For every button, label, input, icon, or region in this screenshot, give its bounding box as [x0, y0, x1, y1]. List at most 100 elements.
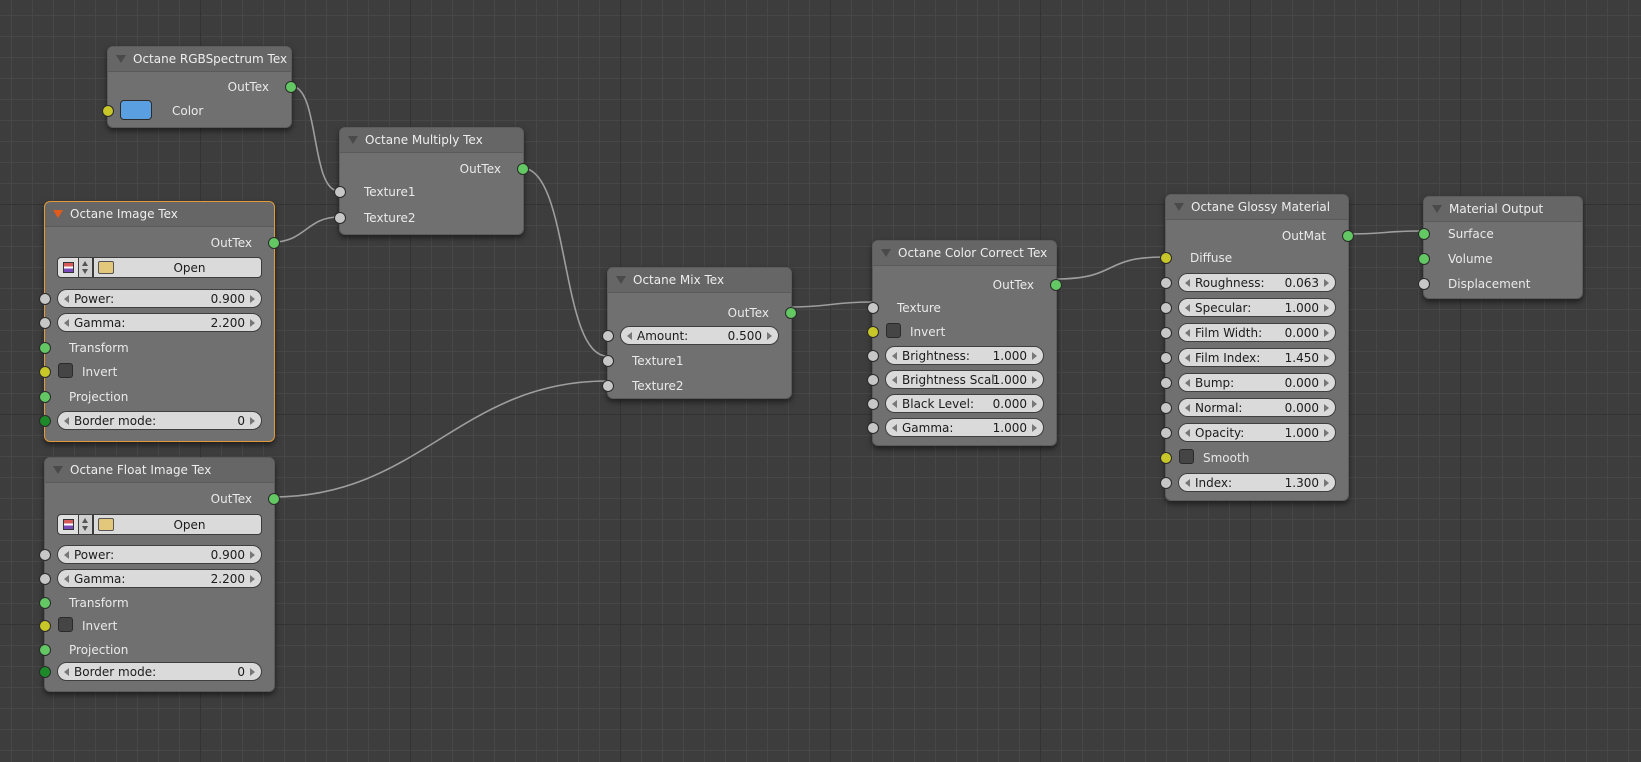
input-socket[interactable]: [1160, 402, 1172, 414]
amount-field[interactable]: Amount: 0.500: [620, 326, 779, 345]
power-field[interactable]: Power: 0.900: [57, 289, 262, 308]
gamma-field[interactable]: Gamma: 1.000: [885, 418, 1044, 437]
input-socket[interactable]: [1160, 452, 1172, 464]
arrow-left-icon[interactable]: [1185, 354, 1190, 362]
node-header[interactable]: Octane Float Image Tex: [45, 458, 274, 483]
input-socket[interactable]: [39, 573, 51, 585]
input-socket[interactable]: [1160, 427, 1172, 439]
collapse-triangle-icon[interactable]: [1174, 203, 1184, 211]
node-color-correct-tex[interactable]: Octane Color Correct Tex OutTex Texture …: [867, 240, 1062, 446]
arrow-right-icon[interactable]: [1324, 379, 1329, 387]
arrow-left-icon[interactable]: [64, 295, 69, 303]
index-field[interactable]: Index: 1.300: [1178, 473, 1336, 492]
output-socket[interactable]: [1342, 230, 1354, 242]
arrow-right-icon[interactable]: [250, 319, 255, 327]
image-spinner[interactable]: [79, 257, 93, 278]
arrow-left-icon[interactable]: [892, 424, 897, 432]
arrow-right-icon[interactable]: [250, 295, 255, 303]
arrow-left-icon[interactable]: [892, 376, 897, 384]
color-swatch[interactable]: [120, 100, 152, 120]
specular-field[interactable]: Specular: 1.000: [1178, 298, 1336, 317]
input-socket[interactable]: [867, 350, 879, 362]
input-socket[interactable]: [1160, 252, 1172, 264]
smooth-checkbox[interactable]: [1179, 449, 1194, 464]
arrow-right-icon[interactable]: [250, 417, 255, 425]
node-header[interactable]: Octane Image Tex: [45, 202, 274, 227]
input-socket[interactable]: [867, 398, 879, 410]
arrow-right-icon[interactable]: [1324, 354, 1329, 362]
node-float-image-tex[interactable]: Octane Float Image Tex OutTex Open Power…: [39, 457, 280, 692]
node-material-output[interactable]: Material Output Surface Volume Displacem…: [1418, 196, 1583, 299]
arrow-left-icon[interactable]: [1185, 479, 1190, 487]
collapse-triangle-icon[interactable]: [881, 249, 891, 257]
input-socket[interactable]: [39, 391, 51, 403]
arrow-right-icon[interactable]: [1032, 376, 1037, 384]
input-socket[interactable]: [1418, 253, 1430, 265]
image-browse-icon[interactable]: [57, 257, 79, 278]
gamma-field[interactable]: Gamma: 2.200: [57, 569, 262, 588]
arrow-right-icon[interactable]: [1324, 279, 1329, 287]
node-header[interactable]: Octane Glossy Material: [1166, 195, 1348, 220]
input-socket[interactable]: [102, 105, 114, 117]
invert-checkbox[interactable]: [58, 363, 73, 378]
node-header[interactable]: Octane Mix Tex: [608, 268, 791, 293]
bump-field[interactable]: Bump: 0.000: [1178, 373, 1336, 392]
input-socket[interactable]: [602, 380, 614, 392]
input-socket[interactable]: [1160, 327, 1172, 339]
arrow-left-icon[interactable]: [892, 352, 897, 360]
input-socket[interactable]: [39, 549, 51, 561]
input-socket[interactable]: [39, 597, 51, 609]
arrow-left-icon[interactable]: [627, 332, 632, 340]
collapse-triangle-icon[interactable]: [1432, 205, 1442, 213]
input-socket[interactable]: [602, 355, 614, 367]
arrow-left-icon[interactable]: [64, 551, 69, 559]
arrow-right-icon[interactable]: [1324, 329, 1329, 337]
output-socket[interactable]: [785, 307, 797, 319]
input-socket[interactable]: [39, 415, 51, 427]
output-socket[interactable]: [517, 163, 529, 175]
arrow-right-icon[interactable]: [767, 332, 772, 340]
image-spinner[interactable]: [79, 514, 93, 535]
input-socket[interactable]: [334, 186, 346, 198]
collapse-triangle-icon[interactable]: [53, 210, 63, 218]
black-level-field[interactable]: Black Level: 0.000: [885, 394, 1044, 413]
arrow-left-icon[interactable]: [1185, 329, 1190, 337]
input-socket[interactable]: [334, 212, 346, 224]
arrow-left-icon[interactable]: [1185, 279, 1190, 287]
input-socket[interactable]: [39, 317, 51, 329]
invert-checkbox[interactable]: [58, 617, 73, 632]
collapse-triangle-icon[interactable]: [616, 276, 626, 284]
input-socket[interactable]: [1160, 477, 1172, 489]
arrow-right-icon[interactable]: [1324, 429, 1329, 437]
gamma-field[interactable]: Gamma: 2.200: [57, 313, 262, 332]
arrow-left-icon[interactable]: [64, 319, 69, 327]
input-socket[interactable]: [39, 366, 51, 378]
image-browse-icon[interactable]: [57, 514, 79, 535]
input-socket[interactable]: [39, 644, 51, 656]
arrow-right-icon[interactable]: [1324, 304, 1329, 312]
input-socket[interactable]: [39, 620, 51, 632]
input-socket[interactable]: [39, 666, 51, 678]
node-header[interactable]: Octane Color Correct Tex: [873, 241, 1056, 266]
normal-field[interactable]: Normal: 0.000: [1178, 398, 1336, 417]
brightness-scale-field[interactable]: Brightness Scal: 1.000: [885, 370, 1044, 389]
input-socket[interactable]: [1160, 302, 1172, 314]
brightness-field[interactable]: Brightness: 1.000: [885, 346, 1044, 365]
input-socket[interactable]: [1418, 228, 1430, 240]
node-header[interactable]: Material Output: [1424, 197, 1582, 222]
output-socket[interactable]: [1050, 279, 1062, 291]
input-socket[interactable]: [39, 342, 51, 354]
opacity-field[interactable]: Opacity: 1.000: [1178, 423, 1336, 442]
node-multiply-tex[interactable]: Octane Multiply Tex OutTex Texture1 Text…: [334, 127, 529, 235]
node-glossy-material[interactable]: Octane Glossy Material OutMat Diffuse Ro…: [1160, 194, 1354, 501]
arrow-left-icon[interactable]: [1185, 379, 1190, 387]
arrow-left-icon[interactable]: [64, 417, 69, 425]
input-socket[interactable]: [1418, 278, 1430, 290]
input-socket[interactable]: [867, 326, 879, 338]
output-socket[interactable]: [268, 237, 280, 249]
power-field[interactable]: Power: 0.900: [57, 545, 262, 564]
input-socket[interactable]: [1160, 277, 1172, 289]
input-socket[interactable]: [39, 293, 51, 305]
arrow-right-icon[interactable]: [1324, 479, 1329, 487]
input-socket[interactable]: [867, 422, 879, 434]
